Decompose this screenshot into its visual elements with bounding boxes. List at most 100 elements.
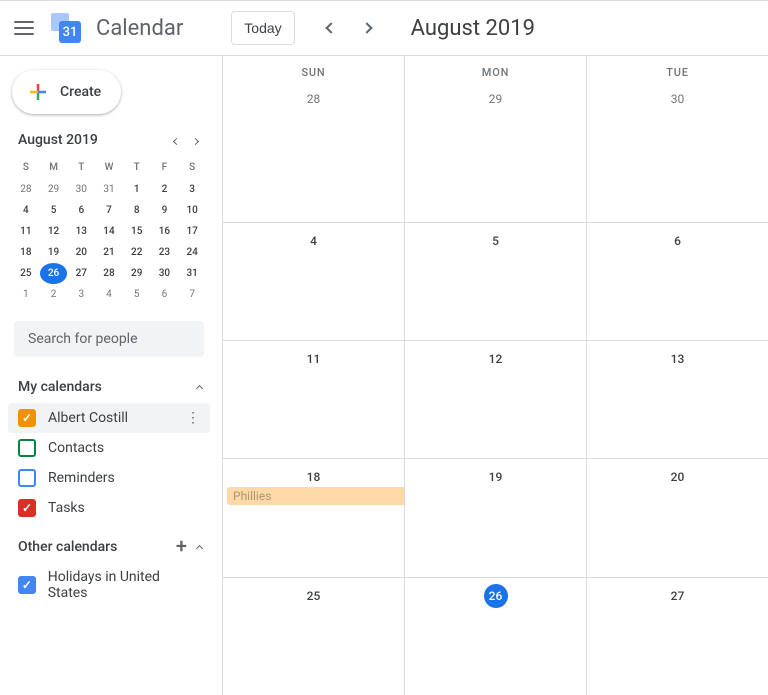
other-calendars-header[interactable]: Other calendars + bbox=[8, 533, 210, 561]
day-cell[interactable]: 6 bbox=[586, 223, 768, 340]
mini-day[interactable]: 23 bbox=[151, 242, 179, 263]
mini-day[interactable]: 14 bbox=[95, 221, 123, 242]
collapse-other-calendars[interactable] bbox=[197, 539, 202, 555]
day-cell[interactable]: 19 bbox=[404, 459, 586, 576]
day-cell[interactable]: 18Phillies bbox=[223, 459, 404, 576]
mini-prev-button[interactable] bbox=[170, 128, 183, 152]
mini-day[interactable]: 30 bbox=[151, 263, 179, 284]
day-cell[interactable]: 27 bbox=[586, 578, 768, 695]
calendar-options-icon[interactable]: ⋮ bbox=[186, 410, 200, 426]
week-row: 25 26 27 bbox=[223, 577, 768, 695]
mini-day[interactable]: 1 bbox=[12, 284, 40, 305]
mini-day[interactable]: 28 bbox=[12, 179, 40, 200]
mini-day[interactable]: 7 bbox=[95, 200, 123, 221]
mini-day[interactable]: 15 bbox=[123, 221, 151, 242]
prev-month-button[interactable] bbox=[315, 12, 347, 44]
day-cell[interactable]: 11 bbox=[223, 341, 404, 458]
mini-day[interactable]: 29 bbox=[40, 179, 68, 200]
day-cell[interactable]: 29 bbox=[404, 81, 586, 222]
menu-icon[interactable] bbox=[12, 16, 36, 40]
next-month-button[interactable] bbox=[351, 12, 383, 44]
day-cell[interactable]: 4 bbox=[223, 223, 404, 340]
chevron-left-icon bbox=[325, 22, 336, 33]
calendar-item[interactable]: Albert Costill ⋮ bbox=[8, 403, 210, 433]
day-number: 26 bbox=[484, 584, 508, 608]
mini-cal-title: August 2019 bbox=[18, 132, 98, 148]
day-cell[interactable]: 30 bbox=[586, 81, 768, 222]
mini-day[interactable]: 24 bbox=[178, 242, 206, 263]
mini-day[interactable]: 10 bbox=[178, 200, 206, 221]
mini-day[interactable]: 13 bbox=[67, 221, 95, 242]
mini-day[interactable]: 19 bbox=[40, 242, 68, 263]
mini-day[interactable]: 21 bbox=[95, 242, 123, 263]
mini-day[interactable]: 27 bbox=[67, 263, 95, 284]
calendar-checkbox[interactable] bbox=[18, 469, 36, 487]
mini-day[interactable]: 31 bbox=[95, 179, 123, 200]
search-input[interactable]: Search for people bbox=[14, 321, 204, 357]
mini-day[interactable]: 12 bbox=[40, 221, 68, 242]
mini-day[interactable]: 26 bbox=[40, 263, 68, 284]
mini-calendar[interactable]: SMTWTFS282930311234567891011121314151617… bbox=[8, 158, 210, 305]
mini-day[interactable]: 3 bbox=[178, 179, 206, 200]
day-cell[interactable]: 13 bbox=[586, 341, 768, 458]
day-cell[interactable]: 20 bbox=[586, 459, 768, 576]
calendar-checkbox[interactable] bbox=[18, 439, 36, 457]
mini-day[interactable]: 31 bbox=[178, 263, 206, 284]
mini-day[interactable]: 17 bbox=[178, 221, 206, 242]
calendar-checkbox[interactable] bbox=[18, 499, 36, 517]
mini-day[interactable]: 20 bbox=[67, 242, 95, 263]
event-chip[interactable]: Phillies bbox=[227, 487, 404, 505]
grid-header: SUNMONTUE bbox=[223, 56, 768, 81]
mini-day[interactable]: 18 bbox=[12, 242, 40, 263]
mini-day[interactable]: 30 bbox=[67, 179, 95, 200]
mini-day[interactable]: 9 bbox=[151, 200, 179, 221]
calendar-checkbox[interactable] bbox=[18, 409, 36, 427]
calendar-item[interactable]: Reminders bbox=[8, 463, 210, 493]
calendar-label: Albert Costill bbox=[48, 410, 128, 426]
today-button[interactable]: Today bbox=[231, 11, 294, 45]
day-number: 11 bbox=[302, 347, 326, 371]
calendar-item[interactable]: Tasks bbox=[8, 493, 210, 523]
mini-dow: F bbox=[151, 158, 179, 179]
day-cell[interactable]: 28 bbox=[223, 81, 404, 222]
mini-cal-header: August 2019 bbox=[8, 128, 210, 158]
mini-dow: T bbox=[67, 158, 95, 179]
calendar-item[interactable]: Contacts bbox=[8, 433, 210, 463]
calendar-checkbox[interactable] bbox=[18, 576, 36, 594]
mini-cal-nav bbox=[170, 128, 202, 152]
mini-day[interactable]: 5 bbox=[40, 200, 68, 221]
app-header: 31 Calendar Today August 2019 bbox=[0, 0, 768, 56]
calendar-item[interactable]: Holidays in United States bbox=[8, 563, 210, 607]
day-cell[interactable]: 25 bbox=[223, 578, 404, 695]
mini-day[interactable]: 1 bbox=[123, 179, 151, 200]
mini-day[interactable]: 25 bbox=[12, 263, 40, 284]
mini-day[interactable]: 11 bbox=[12, 221, 40, 242]
mini-day[interactable]: 6 bbox=[151, 284, 179, 305]
mini-day[interactable]: 8 bbox=[123, 200, 151, 221]
day-cell[interactable]: 12 bbox=[404, 341, 586, 458]
day-number: 19 bbox=[484, 465, 508, 489]
month-nav bbox=[315, 12, 383, 44]
collapse-my-calendars[interactable] bbox=[197, 379, 202, 395]
mini-day[interactable]: 29 bbox=[123, 263, 151, 284]
add-calendar-button[interactable]: + bbox=[176, 539, 187, 555]
day-cell[interactable]: 5 bbox=[404, 223, 586, 340]
mini-day[interactable]: 3 bbox=[67, 284, 95, 305]
mini-day[interactable]: 6 bbox=[67, 200, 95, 221]
mini-day[interactable]: 4 bbox=[95, 284, 123, 305]
mini-day[interactable]: 28 bbox=[95, 263, 123, 284]
calendar-label: Reminders bbox=[48, 470, 115, 486]
mini-day[interactable]: 4 bbox=[12, 200, 40, 221]
day-cell[interactable]: 26 bbox=[404, 578, 586, 695]
mini-day[interactable]: 7 bbox=[178, 284, 206, 305]
mini-day[interactable]: 5 bbox=[123, 284, 151, 305]
my-calendars-header[interactable]: My calendars bbox=[8, 373, 210, 401]
day-number: 18 bbox=[302, 465, 326, 489]
mini-day[interactable]: 2 bbox=[40, 284, 68, 305]
mini-next-button[interactable] bbox=[189, 128, 202, 152]
my-calendars-label: My calendars bbox=[18, 379, 102, 395]
mini-day[interactable]: 2 bbox=[151, 179, 179, 200]
mini-day[interactable]: 22 bbox=[123, 242, 151, 263]
mini-day[interactable]: 16 bbox=[151, 221, 179, 242]
create-button[interactable]: Create bbox=[12, 70, 121, 114]
